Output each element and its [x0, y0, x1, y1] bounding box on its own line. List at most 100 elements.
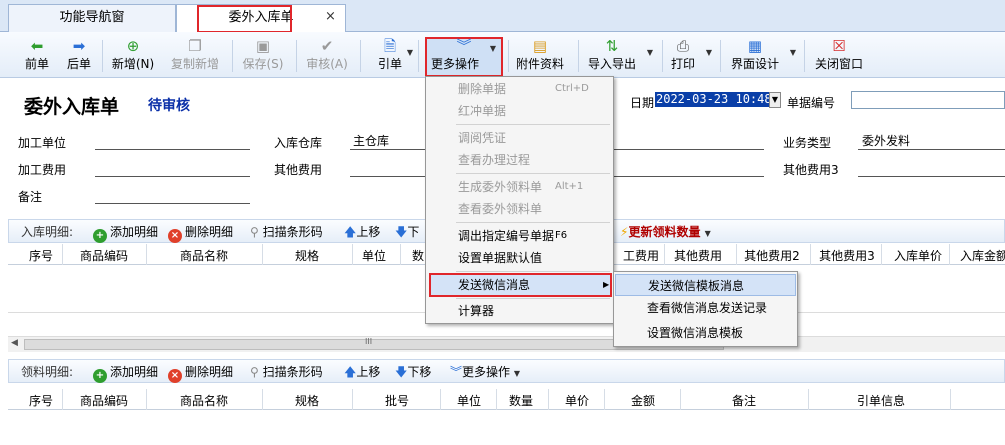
menu-item-view-voucher[interactable]: 调阅凭证 — [427, 127, 612, 149]
column-header[interactable]: 商品名称 — [150, 247, 258, 264]
menu-item-generate-picking[interactable]: 生成委外领料单 Alt+1 — [427, 176, 612, 198]
add-detail-label: 添加明细 — [110, 225, 159, 239]
print-button[interactable]: ⎙ 打印 ▼ — [668, 36, 712, 76]
add-detail-button[interactable]: + 添加明细 — [93, 363, 158, 383]
proc-unit-field[interactable] — [95, 149, 250, 150]
menu-item-set-defaults[interactable]: 设置单据默认值 — [427, 247, 612, 269]
close-tab-icon[interactable]: × — [325, 9, 336, 24]
column-header[interactable]: 备注 — [684, 392, 804, 409]
toolbar: ⬅ 前单 ➡ 后单 ⊕ 新增(N) ❐ 复制新增 ▣ 保存(S) ✔ 审核(A)… — [0, 32, 1005, 78]
horizontal-scrollbar[interactable]: ◀ III — [8, 336, 1005, 352]
other-fee3-field[interactable] — [858, 176, 1005, 177]
import-export-button[interactable]: ⇅ 导入导出 ▼ — [585, 36, 653, 76]
prev-label: 前单 — [24, 57, 49, 71]
remark-field[interactable] — [95, 203, 250, 204]
delete-detail-button[interactable]: × 删除明细 — [168, 363, 233, 383]
column-header[interactable]: 金额 — [608, 392, 678, 409]
ui-design-button[interactable]: ▦ 界面设计 ▼ — [728, 36, 796, 76]
more-actions-button[interactable]: ︾更多操作 ▼ — [450, 363, 520, 380]
column-header[interactable]: 其他费用3 — [811, 247, 883, 264]
delete-detail-button[interactable]: × 删除明细 — [168, 223, 233, 243]
menu-item-view-process[interactable]: 查看办理过程 — [427, 149, 612, 171]
column-header[interactable]: 商品名称 — [150, 392, 258, 409]
dropdown-arrow-icon: ▼ — [513, 369, 521, 378]
reference-button[interactable]: 🗎 引单 ▼ — [369, 36, 413, 76]
more-actions-button[interactable]: ︾ 更多操作 ▼ — [428, 36, 500, 76]
menu-item-label: 发送微信消息 — [458, 278, 531, 292]
scroll-left-icon[interactable]: ◀ — [11, 338, 18, 348]
docno-field[interactable] — [851, 91, 1005, 109]
column-header[interactable]: 序号 — [22, 392, 60, 409]
more-actions-menu: 删除单据 Ctrl+D 红冲单据 调阅凭证 查看办理过程 生成委外领料单 Alt+1… — [425, 76, 614, 324]
submenu-item-set-template[interactable]: 设置微信消息模板 — [615, 322, 796, 344]
column-header[interactable]: 单位 — [444, 392, 494, 409]
prev-button[interactable]: ⬅ 前单 — [20, 36, 54, 76]
divider — [496, 389, 497, 410]
column-header[interactable]: 引单信息 — [816, 392, 946, 409]
scan-barcode-button[interactable]: ⚲ 扫描条形码 — [250, 223, 323, 240]
copy-add-label: 复制新增 — [170, 57, 219, 71]
submenu-item-view-send-log[interactable]: 查看微信消息发送记录 — [615, 297, 796, 319]
biz-type-label: 业务类型 — [783, 136, 832, 150]
folder-icon: ▤ — [532, 37, 548, 55]
move-up-button[interactable]: 🡅上移 — [344, 363, 380, 384]
menu-item-red-reverse[interactable]: 红冲单据 — [427, 100, 612, 122]
menu-item-calculator[interactable]: 计算器 — [427, 300, 612, 322]
copy-add-button[interactable]: ❐ 复制新增 — [167, 36, 223, 76]
ui-design-label: 界面设计 — [730, 57, 779, 71]
add-detail-button[interactable]: + 添加明细 — [93, 223, 158, 243]
column-header[interactable]: 工费用 — [615, 247, 667, 264]
copy-icon: ❐ — [188, 37, 202, 55]
spin-down-icon[interactable]: ▼ — [769, 92, 781, 108]
mid-field-2[interactable] — [614, 176, 764, 177]
menu-item-load-by-number[interactable]: 调出指定编号单据 F6 — [427, 225, 612, 247]
print-label: 打印 — [670, 57, 695, 71]
column-header[interactable]: 序号 — [22, 247, 60, 264]
column-header[interactable]: 规格 — [264, 392, 350, 409]
divider — [262, 389, 263, 410]
move-down-button[interactable]: 🡇下移 — [395, 363, 431, 384]
plus-circle-icon: ⊕ — [126, 37, 140, 55]
column-header[interactable]: 单价 — [552, 392, 602, 409]
move-down-button[interactable]: 🡇下 — [395, 223, 419, 244]
remark-label: 备注 — [18, 190, 43, 204]
column-header[interactable]: 商品编码 — [68, 392, 140, 409]
column-header[interactable]: 规格 — [264, 247, 350, 264]
warehouse-value: 主仓库 — [353, 134, 390, 148]
biz-type-field[interactable] — [858, 149, 1005, 150]
scan-barcode-button[interactable]: ⚲ 扫描条形码 — [250, 363, 323, 380]
menu-item-view-picking[interactable]: 查看委外领料单 — [427, 198, 612, 220]
divider — [804, 40, 805, 72]
column-header[interactable]: 其他费用 — [662, 247, 734, 264]
add-button[interactable]: ⊕ 新增(N) — [109, 36, 157, 76]
warehouse-field[interactable] — [350, 149, 426, 150]
menu-item-label: 调阅凭证 — [458, 131, 507, 145]
next-button[interactable]: ➡ 后单 — [62, 36, 96, 76]
mid-field-1[interactable] — [614, 149, 764, 150]
date-field[interactable]: 2022-03-23 10:48 — [655, 92, 773, 107]
save-button[interactable]: ▣ 保存(S) — [240, 36, 286, 76]
update-qty-button[interactable]: ⚡更新领料数量 ▼ — [620, 223, 711, 240]
divider — [949, 244, 950, 265]
column-header[interactable]: 商品编码 — [68, 247, 140, 264]
column-header[interactable]: 入库金额 — [948, 247, 1005, 264]
arrow-up-icon: 🡅 — [344, 225, 357, 239]
column-header[interactable]: 其他费用2 — [736, 247, 808, 264]
double-chevron-down-icon: ︾ — [450, 365, 463, 379]
menu-item-delete-doc[interactable]: 删除单据 Ctrl+D — [427, 78, 612, 100]
move-up-button[interactable]: 🡅上移 — [344, 223, 380, 244]
divider — [604, 389, 605, 410]
column-header[interactable]: 数量 — [496, 392, 546, 409]
column-header[interactable]: 批号 — [356, 392, 438, 409]
divider — [232, 40, 233, 72]
attachments-button[interactable]: ▤ 附件资料 — [513, 36, 567, 76]
column-header[interactable]: 单位 — [352, 247, 396, 264]
menu-item-send-wechat[interactable]: 发送微信消息 ▶ — [427, 274, 612, 296]
proc-fee-field[interactable] — [95, 176, 250, 177]
tab-function-nav[interactable]: 功能导航窗 — [8, 4, 176, 32]
column-header[interactable]: 入库单价 — [882, 247, 954, 264]
close-window-button[interactable]: ☒ 关闭窗口 — [812, 36, 866, 76]
audit-button[interactable]: ✔ 审核(A) — [303, 36, 351, 76]
submenu-item-send-template[interactable]: 发送微信模板消息 — [615, 274, 796, 296]
other-fee-field[interactable] — [350, 176, 426, 177]
